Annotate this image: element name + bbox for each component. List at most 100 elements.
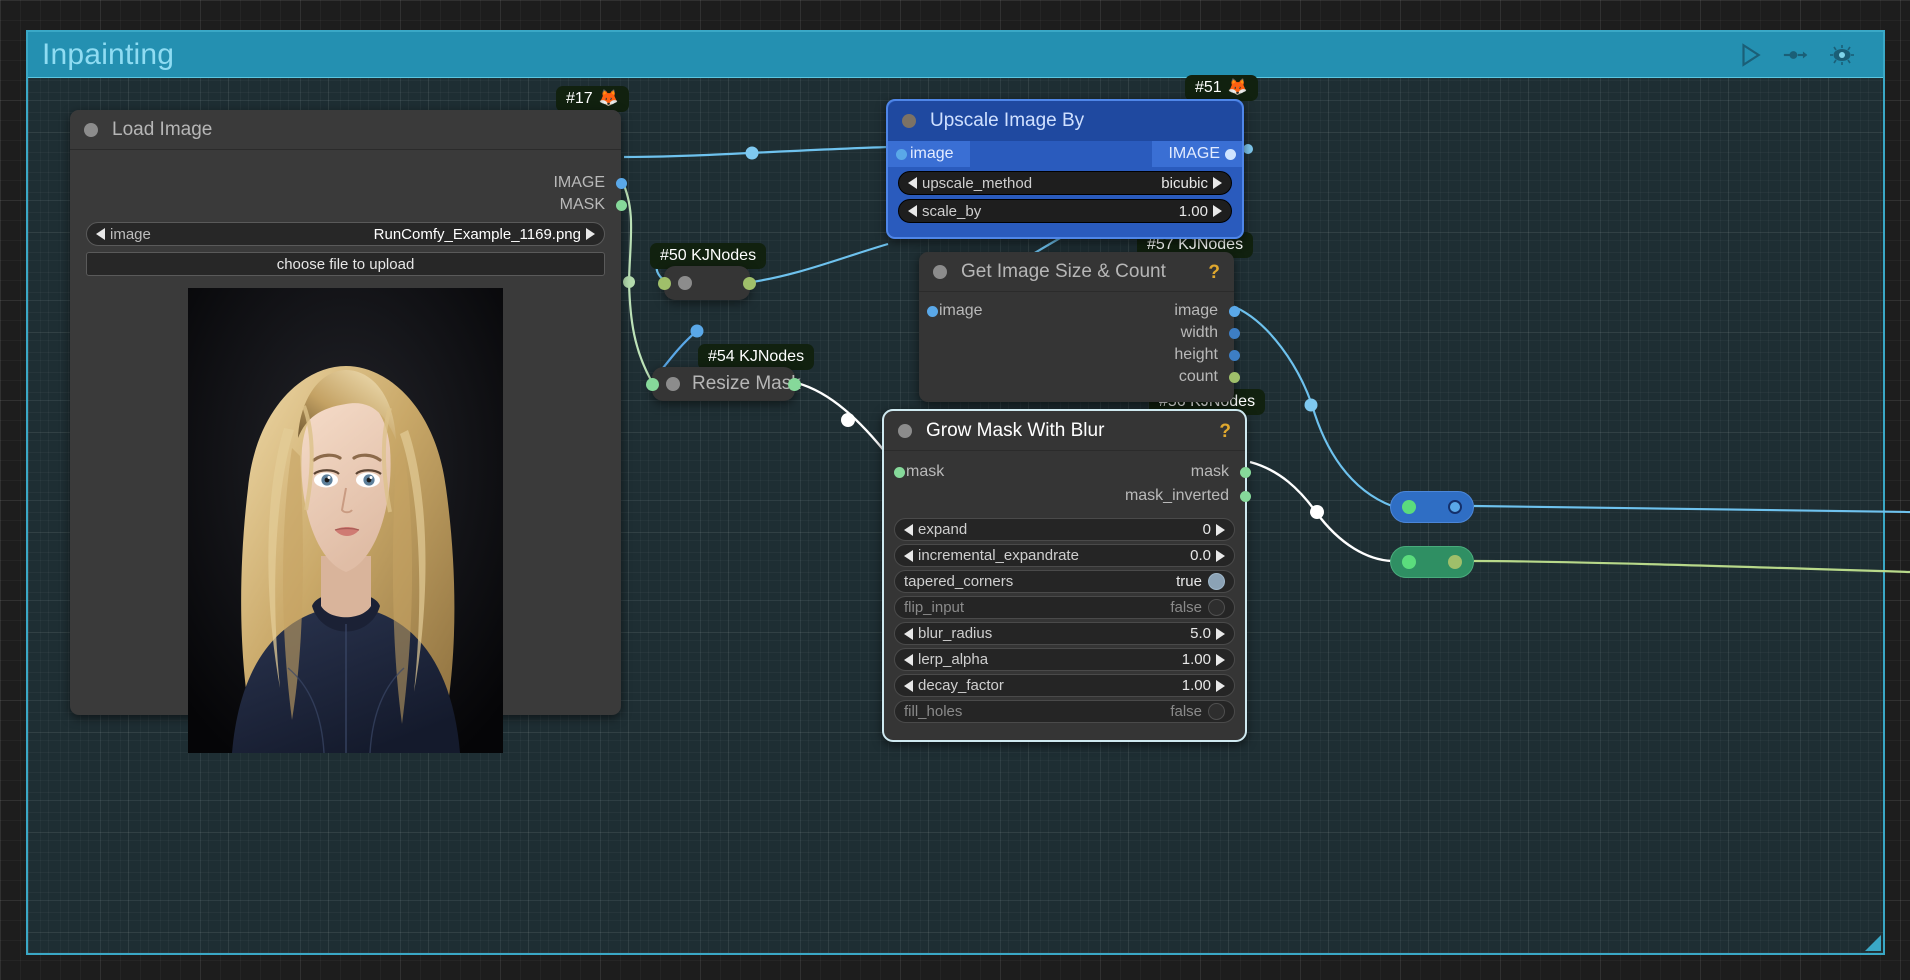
widget-decay-factor[interactable]: decay_factor 1.00 [894, 674, 1235, 697]
reroute-input-dot[interactable] [1402, 500, 1416, 514]
help-icon[interactable]: ? [1208, 262, 1220, 284]
toggle-icon[interactable] [1208, 703, 1225, 720]
chevron-left-icon[interactable] [908, 177, 917, 189]
widget-name: expand [918, 521, 968, 538]
widget-fill-holes[interactable]: fill_holes false [894, 700, 1235, 723]
output-slot-image[interactable]: image [919, 300, 1240, 322]
chevron-left-icon[interactable] [904, 679, 913, 692]
widget-name: tapered_corners [904, 573, 1014, 590]
help-icon[interactable]: ? [1219, 421, 1231, 443]
chevron-right-icon[interactable] [1216, 549, 1225, 562]
node-title-bar[interactable]: Get Image Size & Count ? [919, 252, 1234, 292]
toggle-icon[interactable] [1208, 599, 1225, 616]
output-slot-image[interactable]: IMAGE [70, 172, 627, 194]
image-preview[interactable] [188, 288, 503, 753]
chevron-left-icon[interactable] [904, 653, 913, 666]
input-dot-mask[interactable] [894, 466, 905, 478]
upload-button[interactable]: choose file to upload [86, 252, 605, 276]
output-slot-count[interactable]: count [919, 366, 1240, 388]
badge-resize-mask[interactable]: #54 KJNodes [698, 344, 815, 370]
reroute-input-dot[interactable] [1402, 555, 1416, 569]
widget-scale-by[interactable]: scale_by 1.00 [898, 199, 1232, 223]
input-dot-image[interactable] [896, 148, 907, 160]
widget-expand[interactable]: expand 0 [894, 518, 1235, 541]
input-label: image [910, 145, 954, 162]
chevron-right-icon[interactable] [1216, 523, 1225, 536]
reroute-node-blue[interactable] [1390, 491, 1474, 523]
badge-reroute-50[interactable]: #50 KJNodes [650, 243, 767, 269]
node-upscale-image-by[interactable]: Upscale Image By image IMAGE upscale_met… [886, 99, 1244, 239]
widget-name: upscale_method [922, 174, 1033, 192]
widget-flip-input[interactable]: flip_input false [894, 596, 1235, 619]
input-slot-mask[interactable]: mask [884, 461, 960, 483]
output-slot-height[interactable]: height [919, 344, 1240, 366]
bypass-icon[interactable] [1783, 42, 1809, 68]
widget-value: 5.0 [1190, 625, 1211, 642]
collapse-icon[interactable] [933, 264, 947, 279]
chevron-right-icon[interactable] [586, 228, 595, 240]
node-resize-mask[interactable]: Resize Mask [646, 367, 801, 401]
output-slot-width[interactable]: width [919, 322, 1240, 344]
output-dot-mask-inverted[interactable] [1239, 490, 1251, 502]
output-dot-image[interactable] [1225, 148, 1236, 160]
output-dot-count[interactable] [1228, 371, 1240, 383]
output-dot-mask[interactable] [615, 199, 627, 211]
node-title-bar[interactable]: Grow Mask With Blur ? [884, 411, 1245, 451]
collapse-icon[interactable] [678, 276, 692, 290]
widget-value: RunComfy_Example_1169.png [373, 225, 581, 243]
collapse-icon[interactable] [84, 122, 98, 137]
output-slot-mask[interactable]: MASK [70, 194, 627, 216]
input-dot[interactable] [646, 377, 659, 391]
chevron-right-icon[interactable] [1216, 627, 1225, 640]
badge-load-image[interactable]: #17 🦊 [556, 86, 629, 112]
output-dot-height[interactable] [1228, 349, 1240, 361]
chevron-left-icon[interactable] [96, 228, 105, 240]
output-dot-mask[interactable] [1239, 466, 1251, 478]
group-header[interactable]: Inpainting [28, 32, 1333, 78]
reroute-node-green[interactable] [1390, 546, 1474, 578]
chevron-left-icon[interactable] [908, 205, 917, 217]
chevron-right-icon[interactable] [1213, 177, 1222, 189]
badge-upscale[interactable]: #51 🦊 [1185, 75, 1258, 101]
toggle-icon[interactable] [1208, 573, 1225, 590]
chevron-right-icon[interactable] [1216, 653, 1225, 666]
chevron-left-icon[interactable] [904, 549, 913, 562]
output-dot[interactable] [788, 377, 801, 391]
chevron-right-icon[interactable] [1216, 679, 1225, 692]
node-grow-mask-with-blur[interactable]: Grow Mask With Blur ? mask mask mask_inv… [882, 409, 1251, 742]
output-dot-image[interactable] [1228, 305, 1240, 317]
group-resize-handle[interactable] [1865, 935, 1881, 951]
chevron-left-icon[interactable] [904, 523, 913, 536]
reroute-output-dot[interactable] [1448, 500, 1462, 514]
output-slot-mask-inverted[interactable]: mask_inverted [884, 485, 1251, 507]
widget-lerp-alpha[interactable]: lerp_alpha 1.00 [894, 648, 1235, 671]
visibility-icon[interactable] [1829, 42, 1855, 68]
widget-image-combo[interactable]: image RunComfy_Example_1169.png [86, 222, 605, 246]
widget-name: decay_factor [918, 677, 1004, 694]
chevron-right-icon[interactable] [1213, 205, 1222, 217]
collapse-icon[interactable] [902, 114, 916, 128]
widget-value: 0 [1202, 521, 1211, 538]
graph-canvas[interactable]: Inpainting #17 🦊 #51 🦊 #57 KJNodes #50 K… [0, 0, 1910, 980]
node-load-image[interactable]: Load Image IMAGE MASK image RunComfy_Exa… [70, 110, 627, 753]
output-dot-width[interactable] [1228, 327, 1240, 339]
output-slot-image[interactable]: IMAGE [1152, 141, 1242, 167]
output-dot[interactable] [743, 276, 756, 290]
collapse-icon[interactable] [666, 377, 680, 391]
output-slot-mask[interactable]: mask [1175, 461, 1251, 483]
reroute-output-dot[interactable] [1448, 555, 1462, 569]
node-get-image-size-count[interactable]: Get Image Size & Count ? image image wid… [919, 252, 1240, 402]
chevron-left-icon[interactable] [904, 627, 913, 640]
node-reroute-50[interactable] [658, 266, 756, 300]
widget-tapered-corners[interactable]: tapered_corners true [894, 570, 1235, 593]
node-title-bar[interactable]: Load Image [70, 110, 621, 150]
play-icon[interactable] [1737, 42, 1763, 68]
collapse-icon[interactable] [898, 423, 912, 438]
widget-incremental-expandrate[interactable]: incremental_expandrate 0.0 [894, 544, 1235, 567]
widget-upscale-method[interactable]: upscale_method bicubic [898, 171, 1232, 195]
widget-blur-radius[interactable]: blur_radius 5.0 [894, 622, 1235, 645]
input-dot[interactable] [658, 276, 671, 290]
output-dot-image[interactable] [615, 177, 627, 189]
node-title-bar[interactable]: Upscale Image By [888, 101, 1242, 141]
input-slot-image[interactable]: image [888, 141, 970, 167]
